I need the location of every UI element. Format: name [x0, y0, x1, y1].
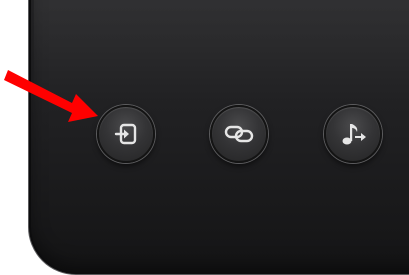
screenshot-stage — [0, 0, 409, 275]
enter-icon — [114, 123, 137, 145]
red-arrow-annotation — [4, 70, 98, 122]
enter-button[interactable] — [97, 105, 155, 163]
music-forward-icon — [342, 124, 366, 145]
link-button[interactable] — [210, 105, 268, 163]
music-forward-button[interactable] — [324, 105, 382, 163]
link-icon — [224, 125, 254, 143]
